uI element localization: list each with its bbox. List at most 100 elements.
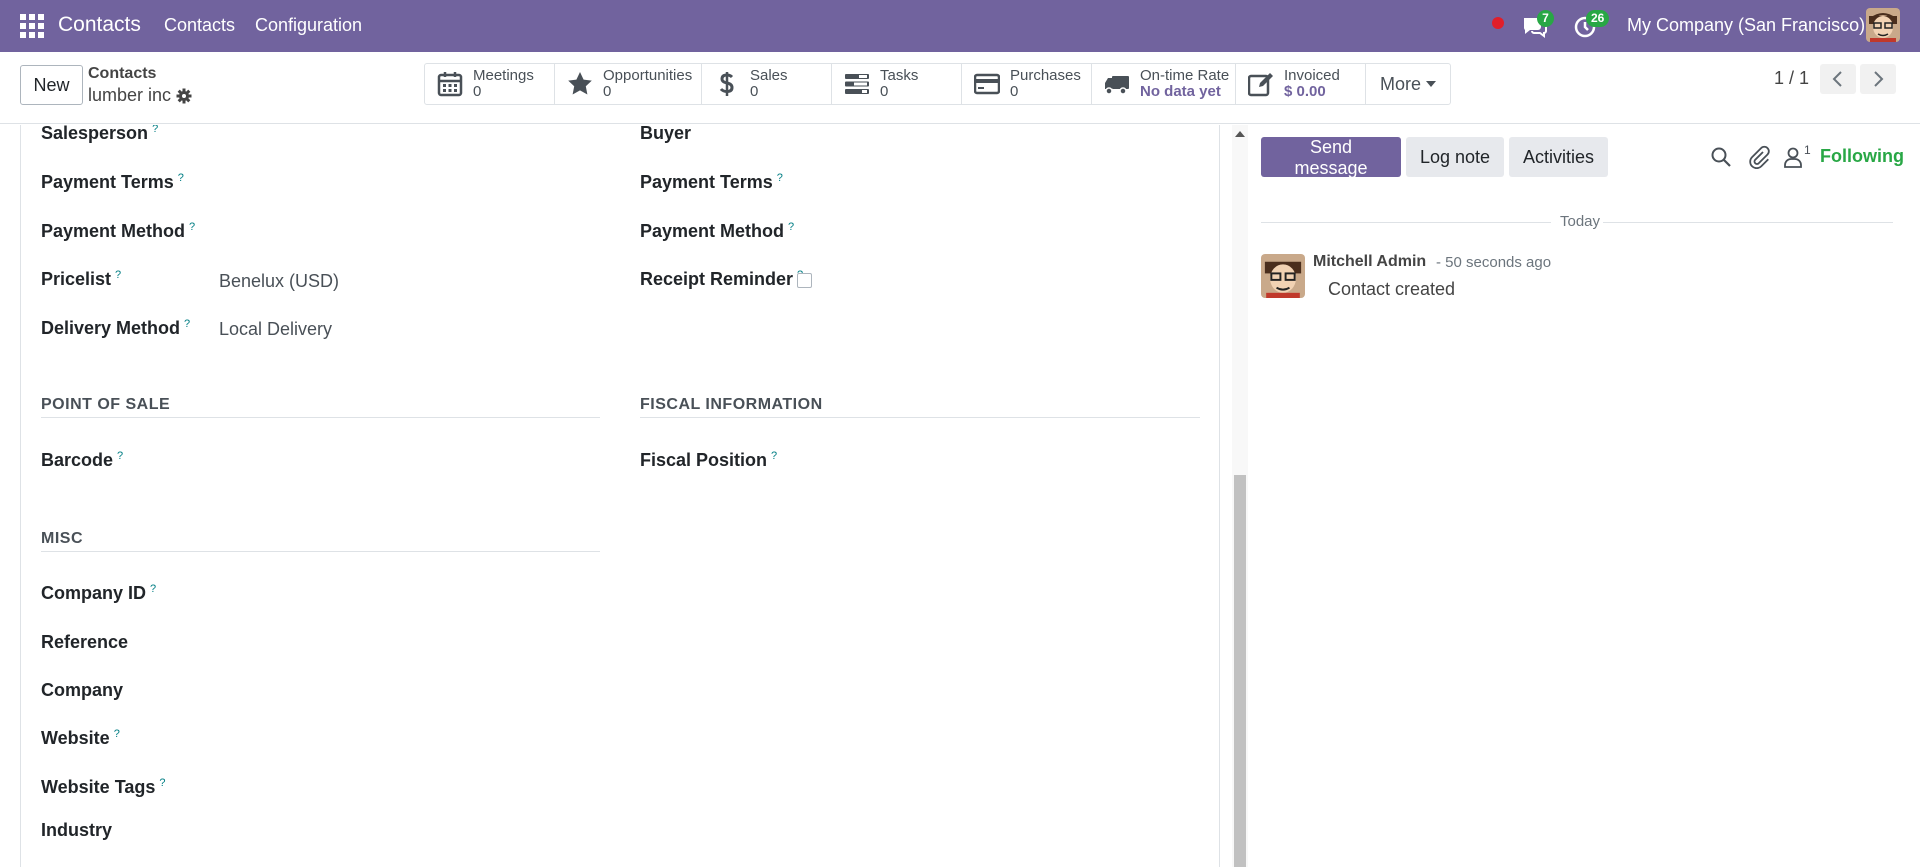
send-message-button[interactable]: Send message [1261,137,1401,178]
payment-terms-label: Payment Terms? [41,172,184,192]
credit-card-icon [974,73,1000,95]
new-button[interactable]: New [20,65,83,105]
following-button[interactable]: Following [1820,146,1904,167]
search-icon[interactable] [1709,145,1733,169]
barcode-label: Barcode? [41,450,124,470]
smart-buttons: Meetings 0 Opportunities 0 Sales 0 Tasks… [424,63,1452,105]
stat-value: 0 [750,83,759,100]
section-point-of-sale: POINT OF SALE [41,396,171,413]
star-icon [568,72,592,95]
truck-icon [1105,76,1129,95]
form-scrollbar[interactable] [1232,125,1248,867]
help-tooltip-icon[interactable]: ? [117,450,123,462]
help-tooltip-icon[interactable]: ? [114,728,120,740]
breadcrumb-parent[interactable]: Contacts [88,65,156,83]
help-tooltip-icon[interactable]: ? [152,125,158,135]
help-tooltip-icon[interactable]: ? [771,450,777,462]
on-time-rate-button[interactable]: On-time Rate No data yet [1092,64,1236,104]
pager-value[interactable]: 1 / 1 [1774,68,1809,89]
date-divider-left [1261,222,1551,223]
caret-down-icon [1426,81,1437,87]
more-dropdown-button[interactable]: More [1366,64,1450,104]
date-divider-right [1603,222,1893,223]
section-divider [41,417,600,418]
section-divider [41,551,600,552]
receipt-reminder-label: Receipt Reminder? [640,269,803,290]
help-tooltip-icon[interactable]: ? [788,221,794,233]
meetings-button[interactable]: Meetings 0 [425,64,555,104]
stat-label: Sales [750,67,788,84]
apps-menu-icon[interactable] [20,14,44,38]
date-divider-label: Today [1560,213,1601,230]
stat-label: On-time Rate [1140,67,1230,84]
stat-value: 0 [1010,83,1019,100]
stat-label: Purchases [1010,67,1081,84]
payment-method-label: Payment Method? [41,221,196,241]
stat-label: Tasks [880,67,919,84]
industry-label: Industry [41,820,113,840]
breadcrumb-current: lumber inc [88,85,192,106]
salesperson-label: Salesperson? [41,125,159,143]
company-switcher[interactable]: My Company (San Francisco) [1627,15,1865,36]
stat-label: Invoiced [1284,67,1340,84]
help-tooltip-icon[interactable]: ? [189,221,195,233]
menu-configuration[interactable]: Configuration [255,15,362,36]
website-label: Website? [41,728,120,748]
user-avatar[interactable] [1866,8,1900,42]
pager-next-button[interactable] [1860,64,1896,94]
sales-button[interactable]: Sales 0 [702,64,832,104]
gear-icon[interactable] [176,88,192,104]
reference-label: Reference [41,632,129,652]
calendar-icon [437,72,463,97]
help-tooltip-icon[interactable]: ? [178,172,184,184]
purchases-button[interactable]: Purchases 0 [962,64,1092,104]
stat-value: No data yet [1140,83,1221,100]
delivery-method-label: Delivery Method? [41,318,191,338]
paperclip-icon[interactable] [1747,145,1771,169]
help-tooltip-icon[interactable]: ? [115,269,121,281]
invoiced-button[interactable]: Invoiced $ 0.00 [1236,64,1366,104]
help-tooltip-icon[interactable]: ? [159,777,165,789]
section-fiscal-information: FISCAL INFORMATION [640,396,823,413]
payment-terms-purchase-label: Payment Terms? [640,172,783,192]
buyer-label: Buyer [640,125,692,143]
company-label: Company [41,680,124,700]
messages-badge: 7 [1537,10,1554,27]
help-tooltip-icon[interactable]: ? [184,318,190,330]
pricelist-field[interactable]: Benelux (USD) [219,271,339,292]
help-tooltip-icon[interactable]: ? [150,583,156,595]
pricelist-label: Pricelist? [41,269,122,289]
tasks-button[interactable]: Tasks 0 [832,64,962,104]
message-author[interactable]: Mitchell Admin [1313,253,1426,271]
dollar-icon [719,72,734,96]
opportunities-button[interactable]: Opportunities 0 [555,64,702,104]
more-label: More [1380,73,1422,94]
chevron-right-icon [1874,71,1884,87]
log-note-button[interactable]: Log note [1406,137,1504,177]
message-author-avatar[interactable] [1261,254,1305,298]
tasks-icon [845,74,869,94]
receipt-reminder-checkbox[interactable] [797,273,812,288]
top-navbar: Contacts Contacts Configuration 7 26 My … [0,0,1920,52]
section-misc: MISC [41,530,83,547]
app-name[interactable]: Contacts [58,13,141,37]
company-id-label: Company ID? [41,583,157,603]
record-name: lumber inc [88,85,172,105]
form-sheet: Salesperson? Payment Terms? Payment Meth… [20,125,1220,867]
stat-value: 0 [603,83,612,100]
stat-label: Opportunities [603,67,693,84]
website-tags-label: Website Tags? [41,777,166,797]
menu-contacts[interactable]: Contacts [164,15,235,36]
stat-value: 0 [880,83,889,100]
message-timestamp: - 50 seconds ago [1436,254,1552,271]
recording-indicator-icon[interactable] [1492,17,1504,29]
activities-badge: 26 [1586,10,1610,27]
pager-previous-button[interactable] [1820,64,1856,94]
delivery-method-field[interactable]: Local Delivery [219,319,332,340]
help-tooltip-icon[interactable]: ? [777,172,783,184]
scroll-up-arrow-icon[interactable] [1235,131,1245,137]
edit-icon [1248,73,1273,97]
activities-button[interactable]: Activities [1509,137,1608,177]
scroll-thumb[interactable] [1234,475,1246,867]
stat-value: $ 0.00 [1284,83,1326,100]
